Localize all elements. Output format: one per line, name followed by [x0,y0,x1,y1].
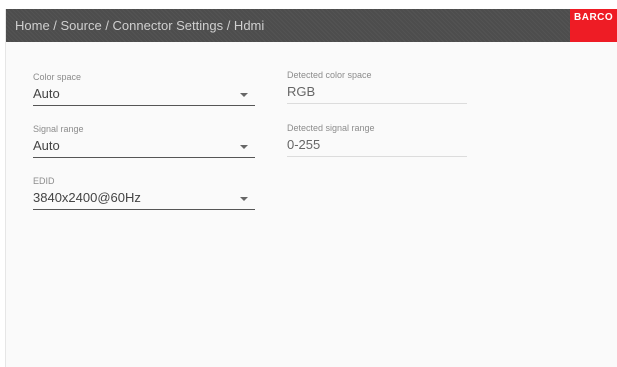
color-space-label: Color space [33,72,82,82]
header-bar: Home / Source / Connector Settings / Hdm… [6,9,617,42]
color-space-select[interactable]: Color space Auto [33,72,255,106]
edid-value: 3840x2400@60Hz [33,190,141,205]
barco-logo: BARCO [570,9,617,42]
detected-color-space-label: Detected color space [287,70,372,80]
signal-range-select[interactable]: Signal range Auto [33,124,255,158]
chevron-down-icon [240,197,248,201]
breadcrumb: Home / Source / Connector Settings / Hdm… [15,18,265,33]
barco-logo-text: BARCO [574,12,614,23]
detected-signal-range-underline [287,156,467,157]
edid-underline [33,209,255,210]
chevron-down-icon [240,145,248,149]
color-space-underline [33,105,255,106]
chevron-down-icon [240,93,248,97]
detected-signal-range-field: Detected signal range 0-255 [287,123,467,157]
signal-range-underline [33,157,255,158]
detected-signal-range-value: 0-255 [287,137,321,152]
connector-settings-panel: Home / Source / Connector Settings / Hdm… [5,9,617,367]
detected-signal-range-label: Detected signal range [287,123,375,133]
detected-color-space-underline [287,103,467,104]
edid-select[interactable]: EDID 3840x2400@60Hz [33,176,255,210]
signal-range-value: Auto [33,138,60,153]
detected-color-space-field: Detected color space RGB [287,70,467,104]
signal-range-label: Signal range [33,124,84,134]
color-space-value: Auto [33,86,60,101]
detected-color-space-value: RGB [287,84,316,99]
edid-label: EDID [33,176,55,186]
